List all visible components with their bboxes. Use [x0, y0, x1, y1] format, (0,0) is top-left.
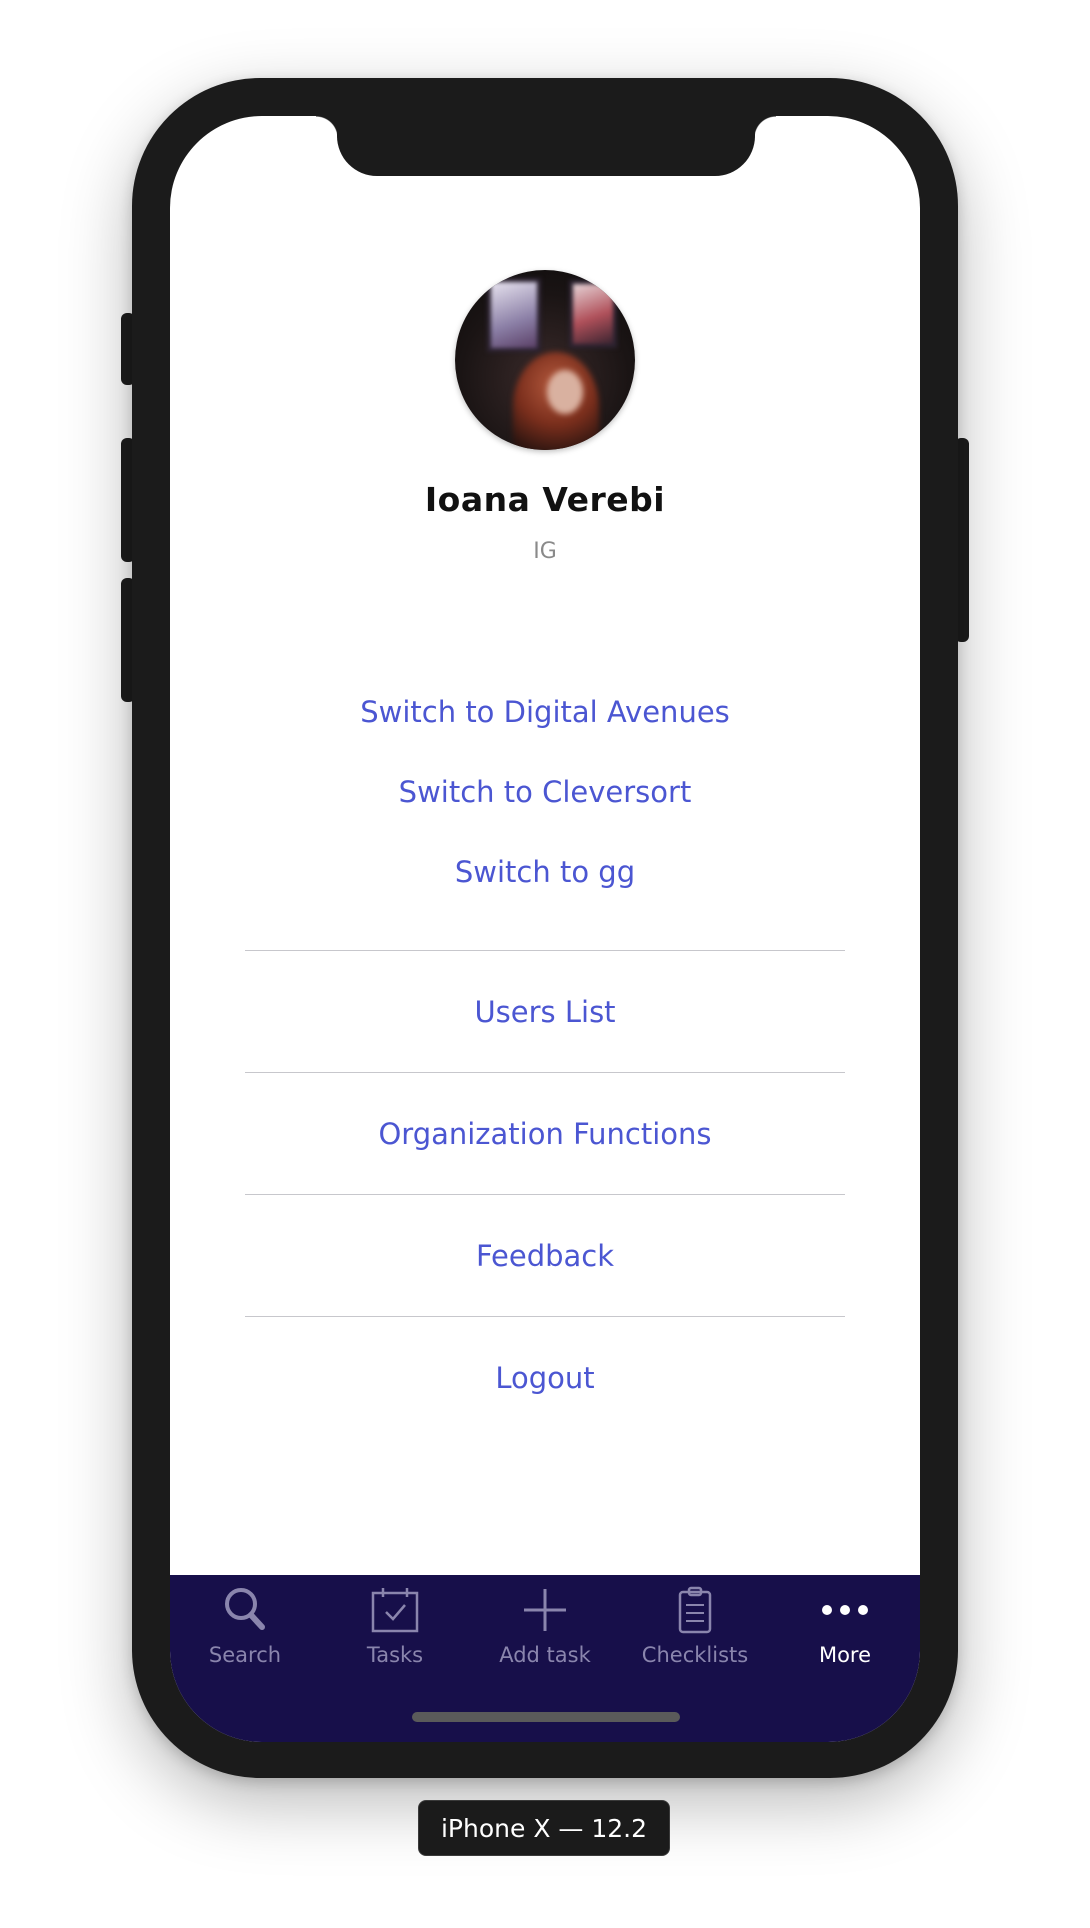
tab-tasks-label: Tasks: [366, 1643, 424, 1667]
profile-initials: IG: [533, 539, 557, 564]
tab-checklists[interactable]: Checklists: [620, 1575, 770, 1685]
tab-search-label: Search: [208, 1643, 282, 1667]
profile-name: Ioana Verebi: [424, 480, 666, 519]
organization-switch-list: Switch to Digital Avenues Switch to Clev…: [170, 672, 920, 912]
tab-search[interactable]: Search: [170, 1575, 320, 1685]
search-icon: [225, 1588, 265, 1630]
tab-more-label: More: [818, 1643, 872, 1667]
tab-tasks[interactable]: Tasks: [320, 1575, 470, 1685]
avatar-photo-detail: [569, 280, 617, 348]
logout-button[interactable]: Logout: [245, 1316, 845, 1438]
clipboard-icon: [678, 1586, 712, 1634]
avatar[interactable]: [455, 270, 635, 450]
switch-org-gg[interactable]: Switch to gg: [170, 832, 920, 912]
more-dots-icon: [822, 1605, 868, 1615]
avatar-photo-detail: [547, 370, 583, 414]
organization-functions-link[interactable]: Organization Functions: [245, 1072, 845, 1194]
device-label: iPhone X — 12.2: [418, 1800, 670, 1856]
avatar-photo-detail: [487, 278, 541, 352]
users-list-link[interactable]: Users List: [245, 950, 845, 1072]
switch-org-digital-avenues[interactable]: Switch to Digital Avenues: [170, 672, 920, 752]
notch: [316, 116, 776, 176]
tab-add-task-label: Add task: [499, 1643, 591, 1667]
home-indicator[interactable]: [412, 1712, 680, 1722]
switch-org-cleversort[interactable]: Switch to Cleversort: [170, 752, 920, 832]
profile-section: Ioana Verebi IG: [170, 270, 920, 564]
feedback-link[interactable]: Feedback: [245, 1194, 845, 1316]
tab-bar: Search Tasks Add task Checklists More: [170, 1575, 920, 1742]
tab-checklists-label: Checklists: [641, 1643, 749, 1667]
tab-add-task[interactable]: Add task: [470, 1575, 620, 1685]
more-menu: Users List Organization Functions Feedba…: [245, 950, 845, 1438]
tab-more[interactable]: More: [770, 1575, 920, 1685]
plus-icon: [524, 1589, 566, 1631]
phone-screen: Ioana Verebi IG Switch to Digital Avenue…: [170, 116, 920, 1742]
calendar-check-icon: [371, 1588, 419, 1633]
